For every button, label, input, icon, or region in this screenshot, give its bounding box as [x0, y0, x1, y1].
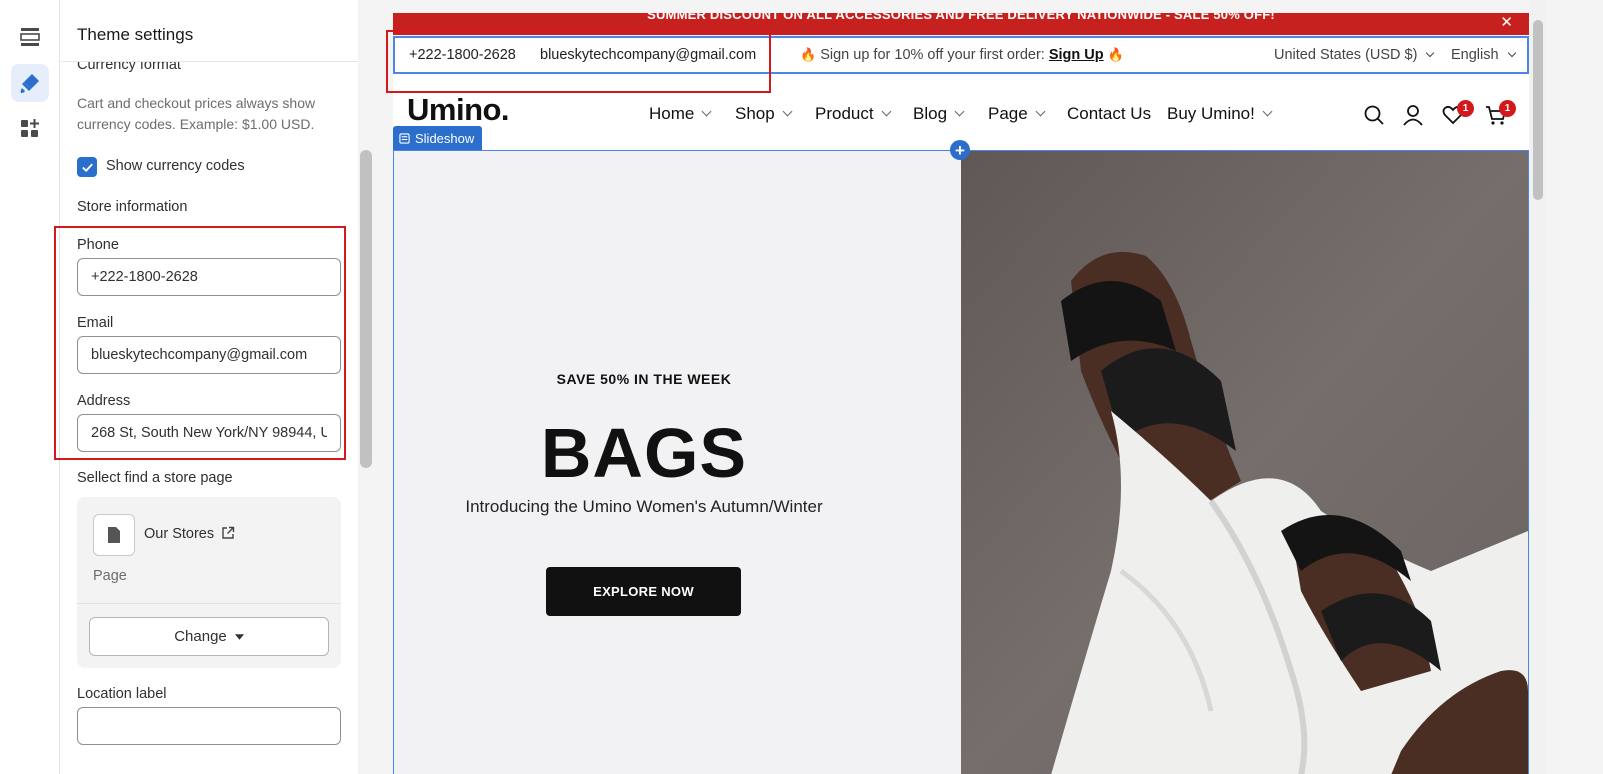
wishlist-count-badge: 1 — [1457, 100, 1474, 117]
preview-scroll-thumb[interactable] — [1533, 20, 1543, 200]
language-selector[interactable]: English — [1451, 47, 1516, 63]
panel-scroll-thumb[interactable] — [360, 150, 372, 468]
email-label: Email — [77, 315, 114, 331]
section-tag-label: Slideshow — [415, 130, 475, 146]
chevron-down-icon — [1262, 106, 1273, 117]
search-icon[interactable] — [1363, 104, 1385, 126]
slide-description: Introducing the Umino Women's Autumn/Win… — [465, 497, 823, 516]
preview-scrollbar[interactable] — [1530, 0, 1546, 774]
show-currency-codes-checkbox[interactable] — [77, 157, 97, 177]
store-page-name[interactable]: Our Stores — [144, 526, 214, 542]
site-header: Umino. Home Shop Product Blog Page Conta… — [393, 74, 1529, 150]
add-section-plus-icon[interactable]: + — [950, 140, 970, 160]
slide-title: BAGS — [540, 414, 748, 492]
external-link-icon[interactable] — [221, 526, 235, 540]
currency-selector[interactable]: United States (USD $) — [1274, 47, 1435, 63]
theme-settings-button[interactable] — [11, 64, 49, 102]
show-currency-codes-label[interactable]: Show currency codes — [106, 158, 245, 174]
sandals-photo — [961, 151, 1528, 774]
nav-label: Product — [815, 104, 874, 123]
sections-button[interactable] — [11, 18, 49, 56]
nav-buy-umino[interactable]: Buy Umino! — [1167, 104, 1273, 124]
nav-label: Buy Umino! — [1167, 104, 1255, 123]
topbar-email[interactable]: blueskytechcompany@gmail.com — [540, 47, 756, 63]
slideshow-section[interactable]: SAVE 50% IN THE WEEK BAGS Introducing th… — [393, 150, 1529, 774]
page-thumbnail — [93, 514, 135, 556]
change-button-label: Change — [174, 628, 227, 645]
section-icon — [399, 132, 410, 144]
language-label: English — [1451, 47, 1499, 63]
nav-contact-us[interactable]: Contact Us — [1067, 104, 1151, 124]
checkmark-icon — [81, 163, 93, 172]
email-field[interactable] — [77, 336, 341, 374]
caret-down-icon — [234, 633, 244, 640]
account-icon[interactable] — [1402, 104, 1424, 126]
nav-label: Contact Us — [1067, 104, 1152, 123]
announcement-close-icon[interactable]: ✕ — [1500, 13, 1513, 33]
sign-up-link[interactable]: Sign Up — [1049, 47, 1104, 63]
panel-scrollbar[interactable] — [358, 0, 374, 774]
nav-product[interactable]: Product — [815, 104, 892, 124]
site-logo[interactable]: Umino. — [407, 92, 510, 128]
topbar-phone[interactable]: +222-1800-2628 — [409, 47, 516, 63]
theme-settings-brush-icon — [20, 74, 39, 93]
chevron-down-icon — [782, 106, 793, 117]
slide-image — [961, 151, 1528, 774]
chevron-down-icon — [1035, 106, 1046, 117]
location-field[interactable] — [77, 707, 341, 745]
top-bar: +222-1800-2628 blueskytechcompany@gmail.… — [393, 36, 1529, 74]
panel-title: Theme settings — [77, 25, 194, 44]
panel-header: Theme settings — [61, 0, 358, 62]
slide-subtitle: SAVE 50% IN THE WEEK — [556, 371, 732, 387]
card-divider — [77, 603, 341, 604]
flame-icon: 🔥 — [1107, 47, 1124, 62]
topbar-promo: 🔥 Sign up for 10% off your first order: … — [800, 47, 1124, 63]
cart-count-badge: 1 — [1499, 100, 1516, 117]
phone-field[interactable] — [77, 258, 341, 296]
nav-label: Page — [988, 104, 1028, 123]
store-page-type: Page — [93, 568, 127, 584]
phone-label: Phone — [77, 237, 119, 253]
change-page-button[interactable]: Change — [89, 617, 329, 656]
currency-label: United States (USD $) — [1274, 47, 1418, 63]
nav-label: Blog — [913, 104, 948, 123]
chevron-down-icon — [954, 106, 965, 117]
store-information-title: Store information — [77, 199, 188, 215]
explore-now-button[interactable]: EXPLORE NOW — [546, 567, 741, 616]
nav-label: Shop — [735, 104, 775, 123]
apps-button[interactable] — [11, 110, 49, 148]
address-field[interactable] — [77, 414, 341, 452]
announcement-bar: SUMMER DISCOUNT ON ALL ACCESSORIES AND F… — [393, 13, 1529, 35]
nav-home[interactable]: Home — [649, 104, 712, 124]
sections-icon — [20, 28, 40, 46]
editor-rail — [0, 0, 60, 774]
nav-shop[interactable]: Shop — [735, 104, 793, 124]
location-label: Location label — [77, 686, 167, 702]
address-label: Address — [77, 393, 131, 409]
store-page-label: Sellect find a store page — [77, 470, 233, 486]
store-page-card: Our Stores Page Change — [77, 497, 341, 668]
apps-add-icon — [21, 119, 39, 137]
theme-settings-panel: Currency format Cart and checkout prices… — [61, 0, 358, 774]
chevron-down-icon — [701, 106, 712, 117]
slide-content: SAVE 50% IN THE WEEK BAGS Introducing th… — [394, 151, 961, 774]
chevron-down-icon — [881, 106, 892, 117]
nav-page[interactable]: Page — [988, 104, 1046, 124]
document-icon — [108, 527, 120, 543]
promo-text: Sign up for 10% off your first order: — [820, 47, 1045, 63]
nav-label: Home — [649, 104, 695, 123]
chevron-down-icon — [1507, 48, 1516, 58]
currency-help-text: Cart and checkout prices always show cur… — [77, 95, 316, 132]
nav-blog[interactable]: Blog — [913, 104, 965, 124]
announcement-text: SUMMER DISCOUNT ON ALL ACCESSORIES AND F… — [647, 13, 1275, 22]
slideshow-section-tag[interactable]: Slideshow — [393, 126, 482, 150]
flame-icon: 🔥 — [800, 47, 817, 62]
chevron-down-icon — [1426, 48, 1435, 58]
